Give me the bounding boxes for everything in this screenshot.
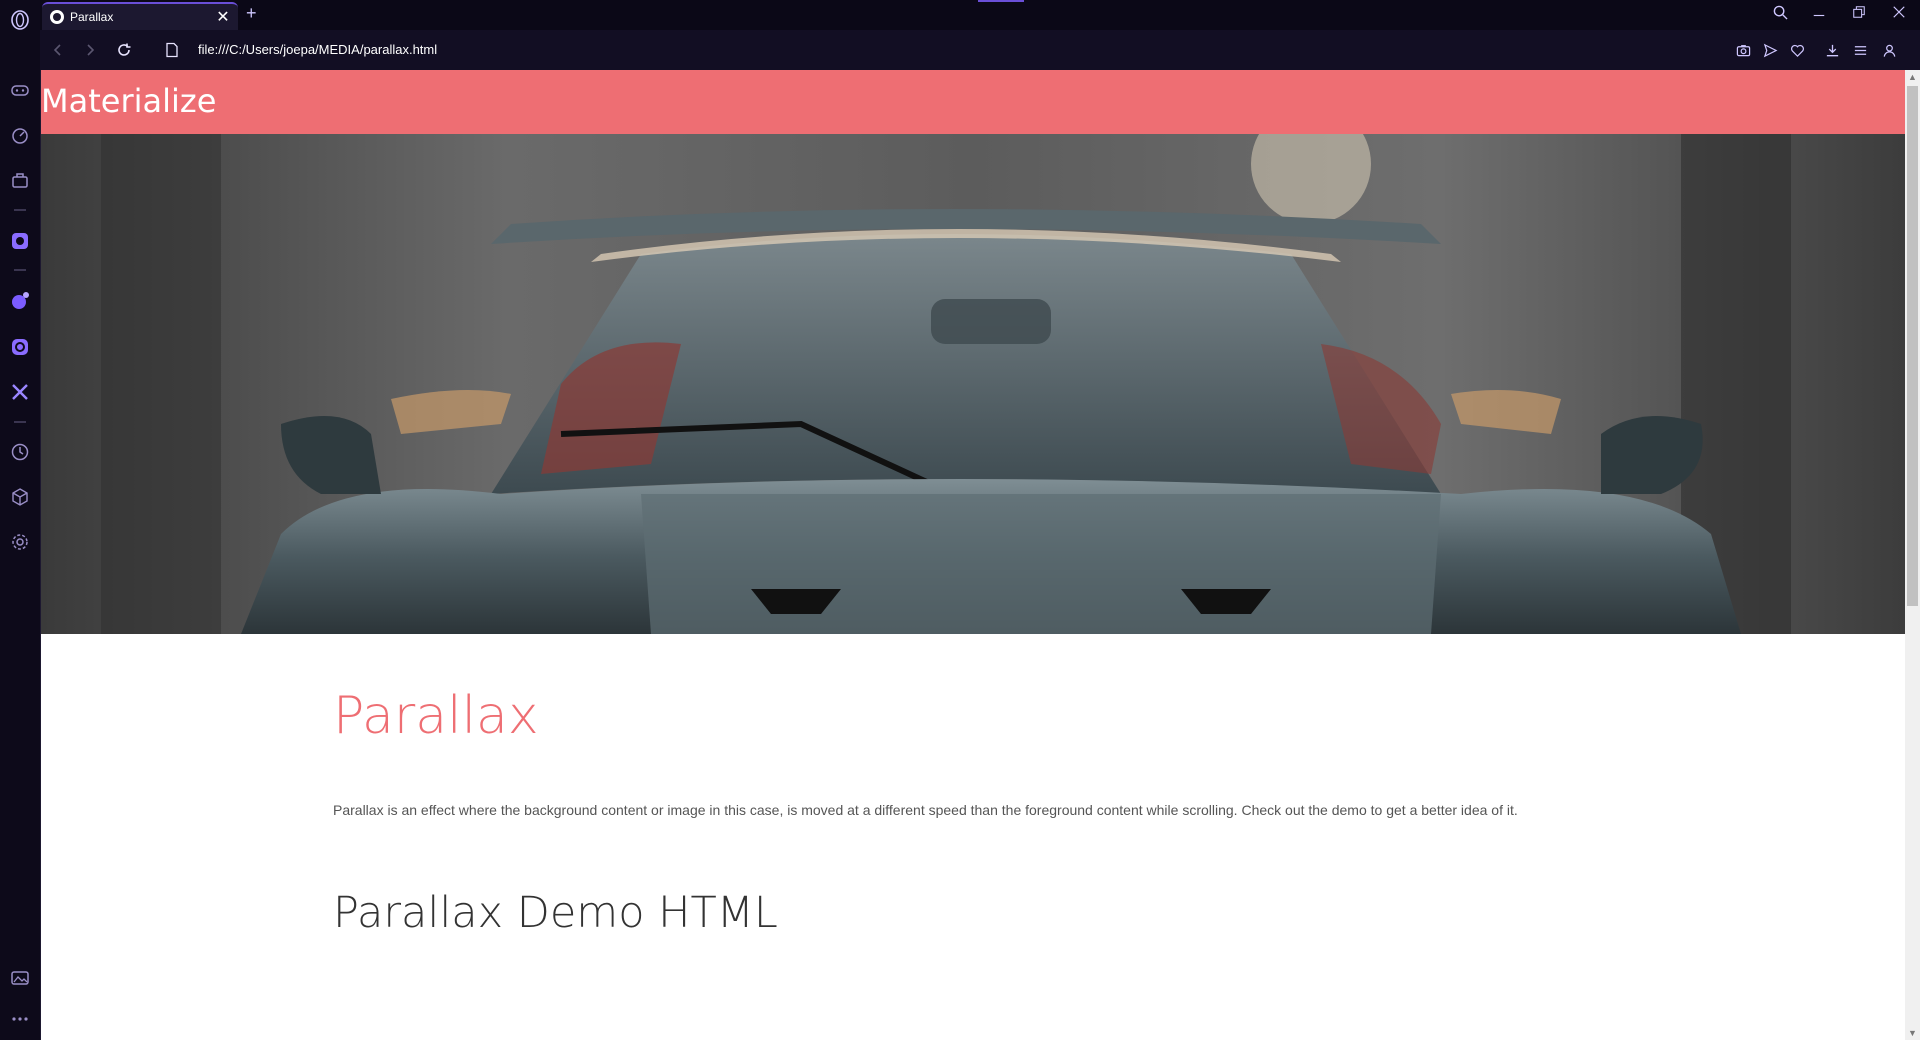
history-icon[interactable]: [9, 441, 31, 463]
scroll-thumb[interactable]: [1907, 86, 1918, 606]
minimize-icon[interactable]: [1808, 5, 1830, 23]
brand-logo[interactable]: Materialize: [41, 82, 216, 120]
profile-icon[interactable]: [1880, 41, 1898, 59]
parallax-image: [41, 134, 1905, 634]
page-info-icon[interactable]: [162, 40, 182, 60]
menu-icon[interactable]: [1851, 41, 1869, 59]
search-icon[interactable]: [1769, 5, 1791, 24]
close-tab-icon[interactable]: ✕: [214, 7, 232, 27]
send-icon[interactable]: [1761, 41, 1779, 59]
camera-icon[interactable]: [1734, 41, 1752, 59]
forward-button[interactable]: [80, 40, 100, 60]
address-bar: file:///C:/Users/joepa/MEDIA/parallax.ht…: [40, 30, 1920, 70]
back-button[interactable]: [48, 40, 68, 60]
settings-icon[interactable]: [9, 531, 31, 553]
sidebar-separator: [14, 269, 26, 271]
site-navbar: Materialize: [41, 70, 1905, 134]
download-icon[interactable]: [1823, 41, 1841, 59]
extensions-icon[interactable]: [9, 486, 31, 508]
sidebar-separator: [14, 421, 26, 423]
heart-icon[interactable]: [1788, 41, 1806, 59]
x-icon[interactable]: [9, 381, 31, 403]
close-window-icon[interactable]: [1888, 5, 1910, 23]
more-icon[interactable]: [9, 1008, 31, 1030]
messenger-icon[interactable]: [9, 230, 31, 252]
gallery-icon[interactable]: [9, 967, 31, 989]
controller-icon[interactable]: [9, 79, 31, 101]
page-scrollbar[interactable]: ▲ ▼: [1905, 70, 1920, 1040]
scroll-down-arrow-icon[interactable]: ▼: [1905, 1026, 1920, 1040]
opera-logo-icon[interactable]: [9, 9, 31, 31]
section-heading: Parallax Demo HTML: [333, 888, 778, 938]
tab-progress-indicator: [978, 0, 1024, 2]
instagram-icon[interactable]: [9, 336, 31, 358]
url-text[interactable]: file:///C:/Users/joepa/MEDIA/parallax.ht…: [198, 42, 437, 57]
page-viewport: Materialize Parallax Parallax is an effe…: [41, 70, 1905, 1040]
description-text: Parallax is an effect where the backgrou…: [333, 802, 1518, 818]
new-tab-button[interactable]: +: [246, 3, 257, 24]
scroll-up-arrow-icon[interactable]: ▲: [1905, 70, 1920, 84]
speed-dial-icon[interactable]: [9, 124, 31, 146]
reload-button[interactable]: [114, 40, 134, 60]
tab-title: Parallax: [70, 10, 114, 24]
tab-parallax[interactable]: Parallax ✕: [42, 2, 238, 30]
ai-icon[interactable]: [9, 290, 31, 312]
globe-icon: [50, 10, 64, 24]
tab-strip: Parallax ✕ +: [40, 0, 1920, 30]
bag-icon[interactable]: [9, 169, 31, 191]
browser-sidebar: [0, 0, 41, 1040]
page-heading: Parallax: [333, 686, 539, 746]
restore-icon[interactable]: [1848, 5, 1870, 23]
sidebar-separator: [14, 209, 26, 211]
